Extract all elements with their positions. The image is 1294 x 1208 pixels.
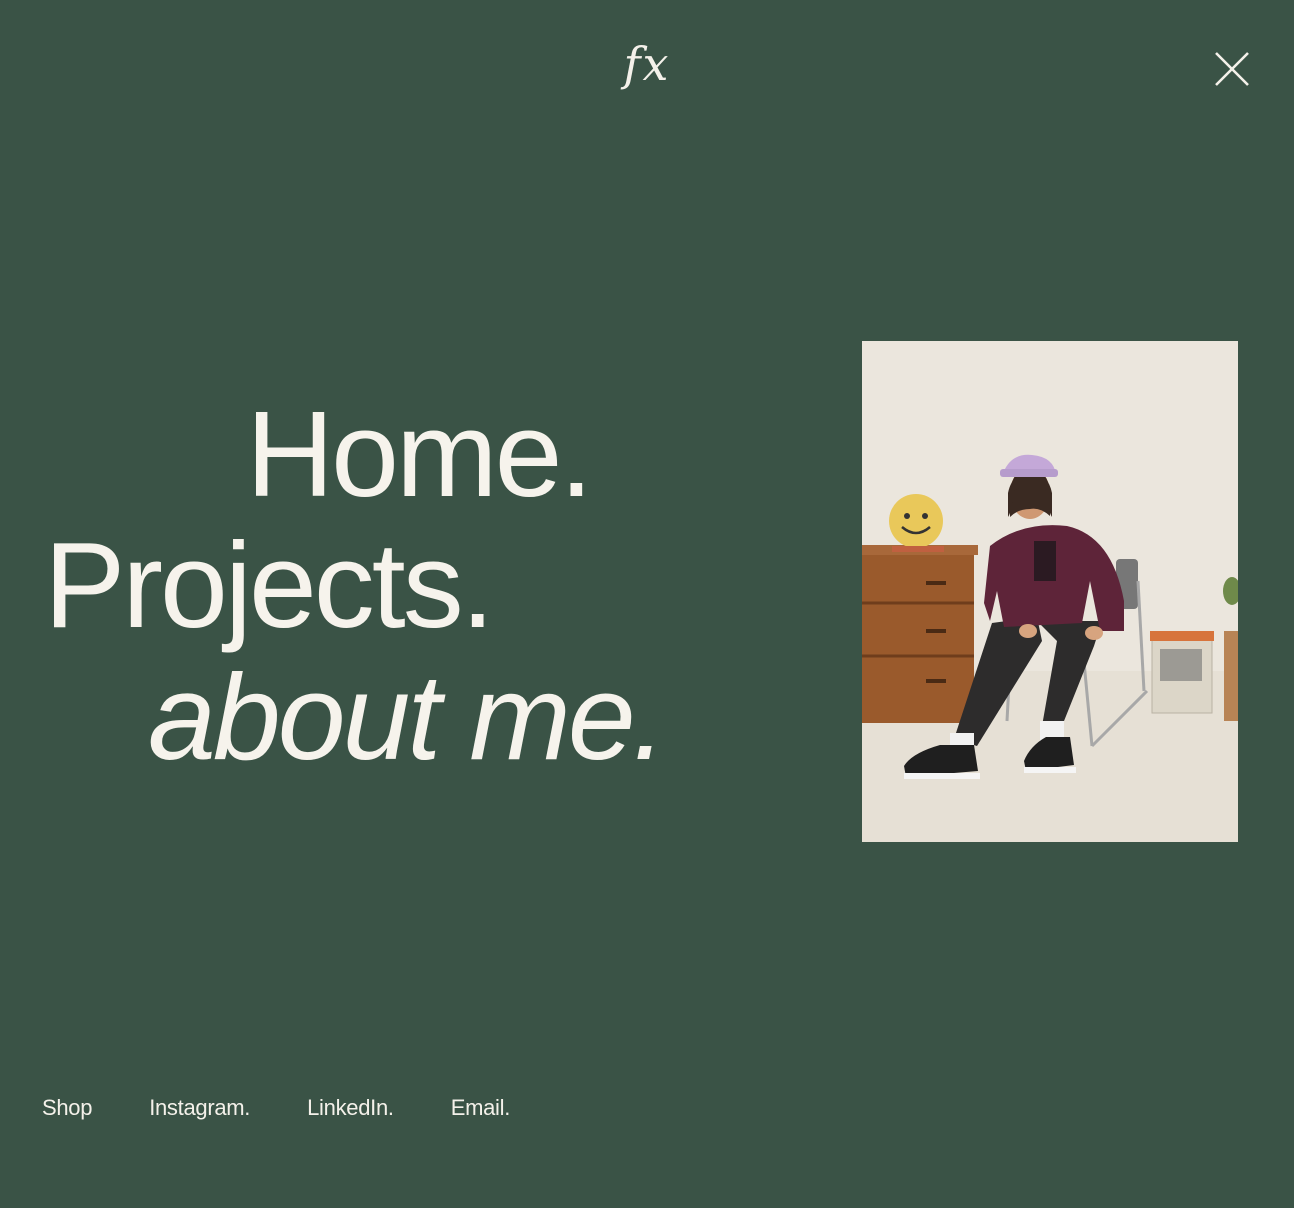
nav-link-about-me[interactable]: about me.	[148, 652, 667, 782]
close-icon	[1215, 52, 1249, 86]
portrait-image	[862, 341, 1238, 842]
portrait-photo	[862, 341, 1238, 842]
footer-link-instagram[interactable]: Instagram.	[149, 1092, 250, 1124]
footer-link-shop[interactable]: Shop	[42, 1092, 92, 1124]
footer-links: Shop Instagram. LinkedIn. Email.	[42, 1092, 510, 1124]
close-menu-button[interactable]	[1212, 50, 1252, 88]
nav-link-projects[interactable]: Projects.	[44, 520, 495, 650]
footer-link-email[interactable]: Email.	[451, 1092, 511, 1124]
main-menu: Home. Projects. about me.	[0, 0, 760, 1208]
nav-link-home[interactable]: Home.	[246, 389, 593, 519]
footer-link-linkedin[interactable]: LinkedIn.	[307, 1092, 394, 1124]
